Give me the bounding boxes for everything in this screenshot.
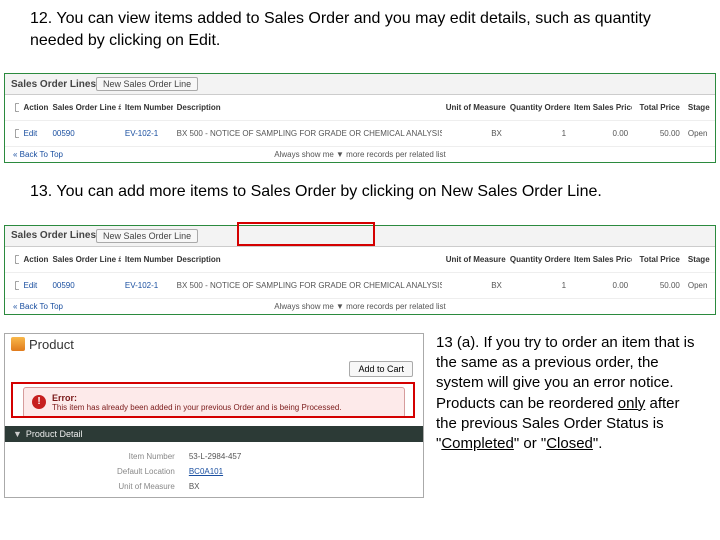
edit-link[interactable]: Edit	[23, 129, 37, 138]
show-more-text[interactable]: Always show me ▼ more records per relate…	[274, 150, 446, 159]
screenshot-1: Sales Order Lines New Sales Order Line A…	[4, 73, 716, 163]
cell-desc: BX 500 - NOTICE OF SAMPLING FOR GRADE OR…	[173, 121, 442, 147]
item-link[interactable]: EV-102-1	[125, 281, 158, 290]
error-notice: ! Error: This item has already been adde…	[23, 387, 405, 418]
col-desc: Description	[173, 95, 442, 121]
location-link[interactable]: BC0A101	[189, 467, 223, 476]
select-all-checkbox[interactable]	[15, 255, 20, 264]
row-checkbox[interactable]	[15, 129, 20, 138]
section-title: Sales Order Lines	[11, 230, 96, 241]
col-total: Total Price	[632, 95, 684, 121]
product-title: Product	[29, 337, 74, 352]
col-item: Item Number	[121, 95, 173, 121]
cell-price: 0.00	[570, 121, 632, 147]
error-title: Error:	[52, 393, 342, 403]
col-action: Action	[19, 95, 48, 121]
step-13a-text: 13 (a). If you try to order an item that…	[436, 333, 716, 498]
select-all-checkbox[interactable]	[15, 103, 20, 112]
sales-order-lines-table: Action Sales Order Line # Item Number De…	[5, 247, 715, 299]
line-link[interactable]: 00590	[52, 129, 74, 138]
product-detail-bar[interactable]: ▼Product Detail	[5, 426, 423, 442]
product-detail-table: Item Number53-L-2984-457 Default Locatio…	[115, 448, 255, 495]
col-line: Sales Order Line #	[48, 95, 120, 121]
line-link[interactable]: 00590	[52, 281, 74, 290]
error-message: This item has already been added in your…	[52, 403, 342, 412]
col-price: Item Sales Price	[570, 95, 632, 121]
product-icon	[11, 337, 25, 351]
col-uom: Unit of Measure	[442, 95, 506, 121]
section-title: Sales Order Lines	[11, 79, 96, 90]
new-sales-order-line-button[interactable]: New Sales Order Line	[96, 229, 198, 243]
step-12-text: 12. You can view items added to Sales Or…	[0, 0, 720, 57]
new-sales-order-line-button[interactable]: New Sales Order Line	[96, 77, 198, 91]
item-link[interactable]: EV-102-1	[125, 129, 158, 138]
back-to-top-link[interactable]: « Back To Top	[13, 302, 63, 311]
error-icon: !	[32, 395, 46, 409]
add-to-cart-button[interactable]: Add to Cart	[349, 361, 413, 377]
cell-qty: 1	[506, 121, 570, 147]
table-row: Edit 00590 EV-102-1 BX 500 - NOTICE OF S…	[5, 121, 715, 147]
table-header-row: Action Sales Order Line # Item Number De…	[5, 247, 715, 273]
step-13-text: 13. You can add more items to Sales Orde…	[0, 173, 720, 209]
chevron-down-icon: ▼	[13, 429, 22, 439]
screenshot-2: Sales Order Lines New Sales Order Line A…	[4, 225, 716, 315]
back-to-top-link[interactable]: « Back To Top	[13, 150, 63, 159]
col-stage: Stage	[684, 95, 715, 121]
row-checkbox[interactable]	[15, 281, 20, 290]
cell-stage: Open	[684, 121, 715, 147]
edit-link[interactable]: Edit	[23, 281, 37, 290]
show-more-text[interactable]: Always show me ▼ more records per relate…	[274, 302, 446, 311]
sales-order-lines-table: Action Sales Order Line # Item Number De…	[5, 95, 715, 147]
cell-uom: BX	[442, 121, 506, 147]
col-qty: Quantity Ordered	[506, 95, 570, 121]
cell-total: 50.00	[632, 121, 684, 147]
table-row: Edit 00590 EV-102-1 BX 500 - NOTICE OF S…	[5, 272, 715, 298]
screenshot-3: Product Add to Cart ! Error: This item h…	[4, 333, 424, 498]
table-header-row: Action Sales Order Line # Item Number De…	[5, 95, 715, 121]
